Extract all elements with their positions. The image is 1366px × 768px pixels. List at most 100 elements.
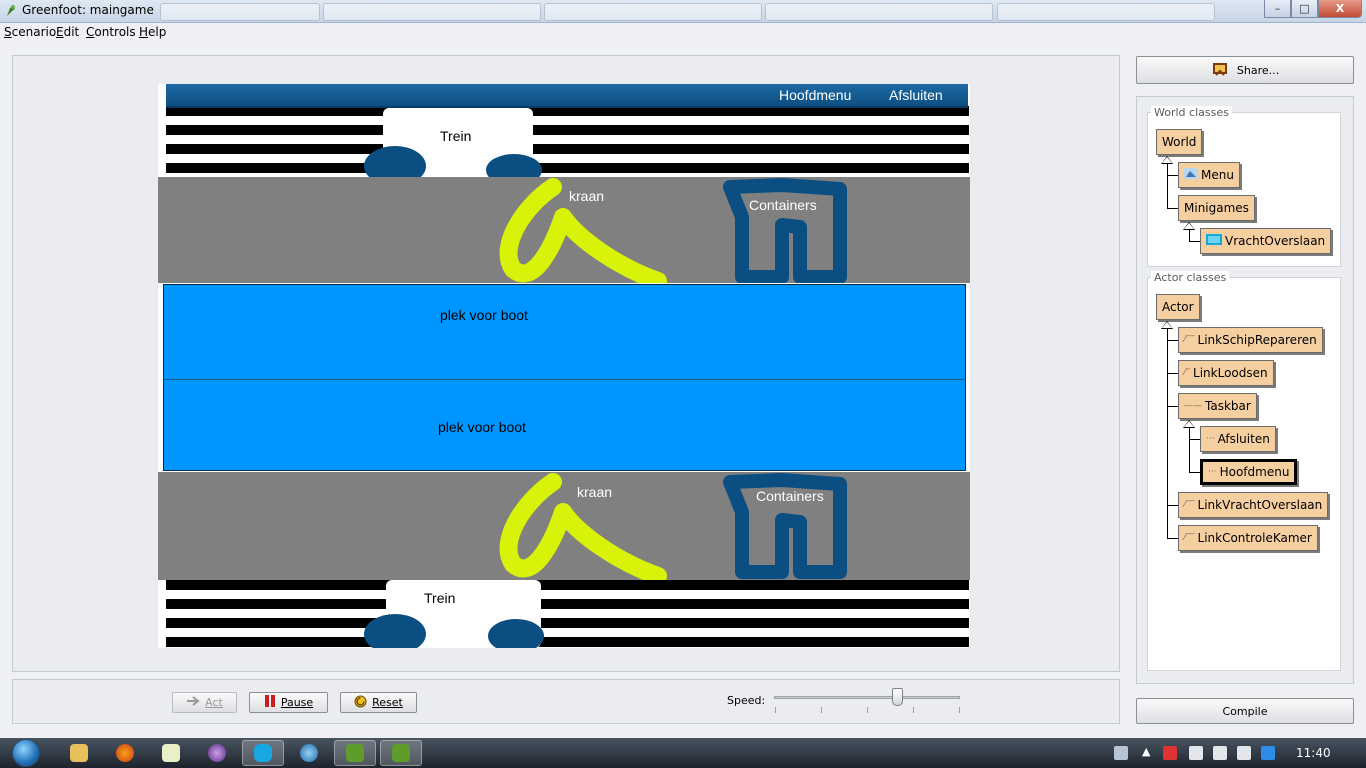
- taskbar-actor: Hoofdmenu Afsluiten: [166, 84, 968, 108]
- class-linkschiprepareren[interactable]: ⁄‾‾ LinkSchipRepareren: [1178, 327, 1323, 353]
- pause-button[interactable]: Pause: [249, 692, 328, 713]
- share-icon: [1211, 60, 1229, 81]
- containers-label: Containers: [749, 197, 817, 213]
- recycle-bin-icon[interactable]: [1114, 746, 1128, 760]
- actor-image-icon: ⁄‾‾: [1184, 533, 1195, 543]
- tree-line: [1189, 428, 1190, 473]
- class-taskbar[interactable]: —— Taskbar: [1178, 393, 1257, 419]
- background-window-tab[interactable]: [323, 3, 541, 21]
- tree-line: [1167, 373, 1178, 374]
- taskbar-skype[interactable]: [242, 740, 284, 766]
- world-classes-title: World classes: [1151, 106, 1232, 119]
- volume-icon[interactable]: [1237, 746, 1251, 760]
- afsluiten-link[interactable]: Afsluiten: [889, 87, 943, 103]
- compile-button[interactable]: Compile: [1136, 698, 1354, 724]
- rail-tracks-bottom: [166, 580, 969, 648]
- tree-line: [1189, 472, 1200, 473]
- pause-icon: [264, 695, 276, 710]
- slider-tick: [913, 707, 914, 713]
- class-label: Afsluiten: [1217, 432, 1270, 446]
- firefox-icon: [116, 744, 134, 762]
- class-label: Hoofdmenu: [1219, 465, 1290, 479]
- boat-slot-1[interactable]: [163, 284, 966, 380]
- crane-label: kraan: [569, 188, 605, 204]
- tree-line: [1167, 164, 1168, 209]
- tree-line: [1167, 505, 1178, 506]
- step-icon: [186, 696, 200, 709]
- actor-image-icon: ⁄‾‾: [1184, 335, 1195, 345]
- device-icon[interactable]: [1213, 746, 1227, 760]
- share-button[interactable]: Share...: [1136, 56, 1354, 84]
- class-actor[interactable]: Actor: [1156, 294, 1200, 320]
- class-linkloodsen[interactable]: ⁄‾ LinkLoodsen: [1178, 360, 1274, 386]
- class-menu[interactable]: Menu: [1178, 162, 1240, 188]
- class-label: Minigames: [1184, 201, 1249, 215]
- media-player-icon: [208, 744, 226, 762]
- tree-line: [1167, 406, 1178, 407]
- world-image-icon: [1206, 234, 1222, 248]
- class-label: Taskbar: [1205, 399, 1251, 413]
- menu-scenario[interactable]: Scenario: [4, 25, 56, 39]
- class-minigames[interactable]: Minigames: [1178, 195, 1255, 221]
- tree-line: [1167, 329, 1168, 539]
- taskbar-greenfoot-1[interactable]: [334, 740, 376, 766]
- class-world[interactable]: World: [1156, 129, 1203, 155]
- network-icon[interactable]: [1189, 746, 1203, 760]
- taskbar-notepad[interactable]: [150, 740, 192, 766]
- class-linkvrachtoverslaan[interactable]: ⁄‾‾ LinkVrachtOverslaan: [1178, 492, 1329, 518]
- crane-label: kraan: [577, 484, 613, 500]
- clock[interactable]: 11:40: [1296, 746, 1331, 760]
- taskbar-firefox[interactable]: [104, 740, 146, 766]
- folder-icon: [70, 744, 88, 762]
- tree-line: [1167, 538, 1178, 539]
- tree-line: [1189, 439, 1200, 440]
- act-label: Act: [205, 696, 223, 709]
- act-button[interactable]: Act: [172, 692, 237, 713]
- tray-expand-icon[interactable]: ▲: [1142, 745, 1150, 758]
- window-titlebar: Greenfoot: maingame – □ X: [0, 0, 1366, 23]
- background-window-tab[interactable]: [765, 3, 993, 21]
- reset-button[interactable]: Reset: [340, 692, 417, 713]
- taskbar-explorer[interactable]: [58, 740, 100, 766]
- start-button[interactable]: [6, 738, 46, 768]
- taskbar-chat[interactable]: [288, 740, 330, 766]
- reset-icon: [354, 695, 367, 711]
- class-linkcontrolekamer[interactable]: ⁄‾‾ LinkControleKamer: [1178, 525, 1318, 551]
- flag-icon[interactable]: [1163, 746, 1177, 760]
- close-button[interactable]: X: [1318, 0, 1362, 18]
- menu-help[interactable]: Help: [139, 25, 166, 39]
- tree-line: [1167, 208, 1178, 209]
- class-afsluiten[interactable]: ··· Afsluiten: [1200, 426, 1276, 452]
- background-window-tab[interactable]: [997, 3, 1215, 21]
- boat-slot-label: plek voor boot: [438, 419, 526, 435]
- background-window-tab[interactable]: [160, 3, 320, 21]
- tree-line: [1167, 175, 1178, 176]
- taskbar-greenfoot-2[interactable]: [380, 740, 422, 766]
- speed-slider-thumb[interactable]: [891, 688, 903, 706]
- menu-edit[interactable]: Edit: [56, 25, 79, 39]
- window-title: Greenfoot: maingame: [22, 3, 154, 17]
- class-label: LinkSchipRepareren: [1197, 333, 1317, 347]
- class-vrachtoverslaan[interactable]: VrachtOverslaan: [1200, 228, 1332, 254]
- pause-label: Pause: [280, 696, 314, 709]
- speed-slider-track[interactable]: [774, 696, 960, 699]
- background-window-tab[interactable]: [544, 3, 762, 21]
- menubar: Scenario Edit Controls Help: [0, 23, 1366, 42]
- class-hoofdmenu[interactable]: ··· Hoofdmenu: [1200, 459, 1298, 485]
- menu-controls[interactable]: Controls: [86, 25, 136, 39]
- train-wheel: [364, 614, 426, 648]
- boat-slot-2[interactable]: [163, 379, 966, 471]
- reset-label: Reset: [372, 696, 403, 709]
- world-canvas[interactable]: Trein kraan Containers plek voor boot pl…: [158, 84, 970, 648]
- class-label: Actor: [1162, 300, 1194, 314]
- taskbar-media[interactable]: [196, 740, 238, 766]
- inheritance-arrow: [1183, 222, 1195, 230]
- inheritance-arrow: [1161, 321, 1173, 329]
- hoofdmenu-link[interactable]: Hoofdmenu: [779, 87, 851, 103]
- greenfoot-icon: [346, 744, 364, 762]
- minimize-button[interactable]: –: [1264, 0, 1291, 18]
- containers-top[interactable]: [722, 177, 848, 283]
- maximize-button[interactable]: □: [1291, 0, 1318, 18]
- greenfoot-app-icon: [4, 3, 18, 17]
- dropbox-icon[interactable]: [1261, 746, 1275, 760]
